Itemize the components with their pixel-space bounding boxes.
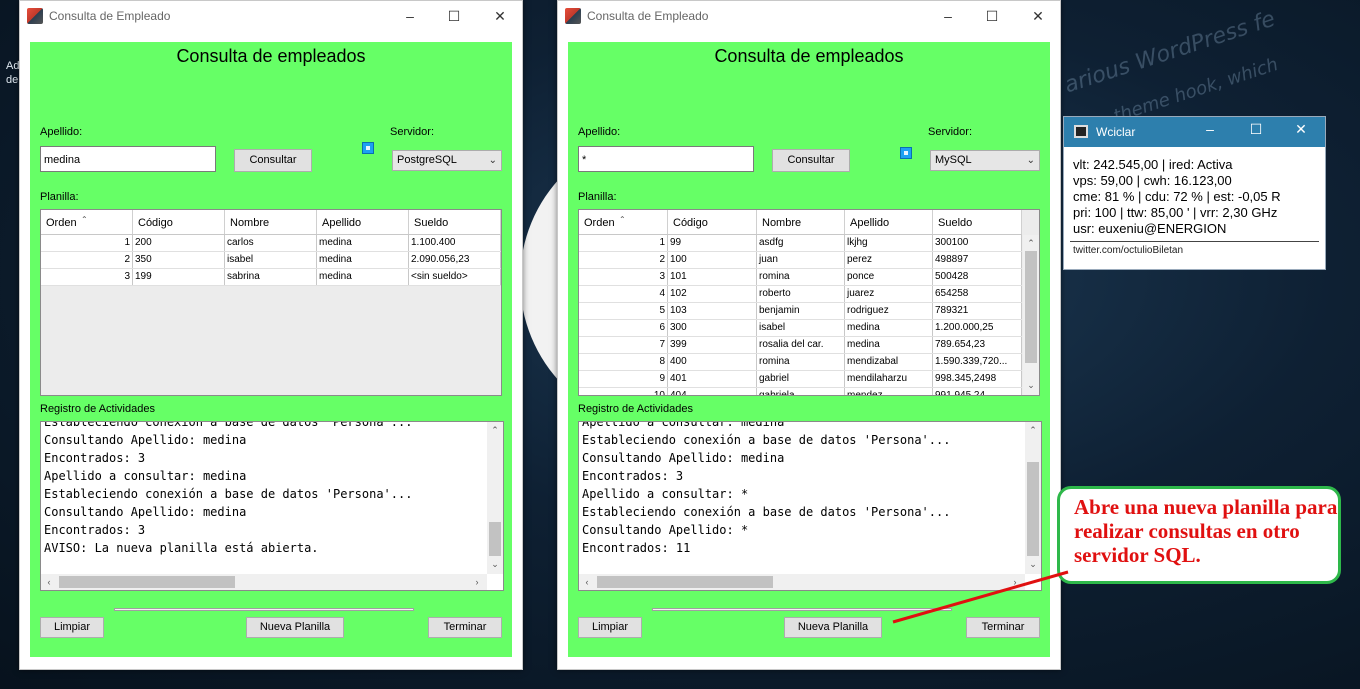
annotation-arrow <box>892 570 1069 624</box>
arrow-line <box>892 570 1069 624</box>
